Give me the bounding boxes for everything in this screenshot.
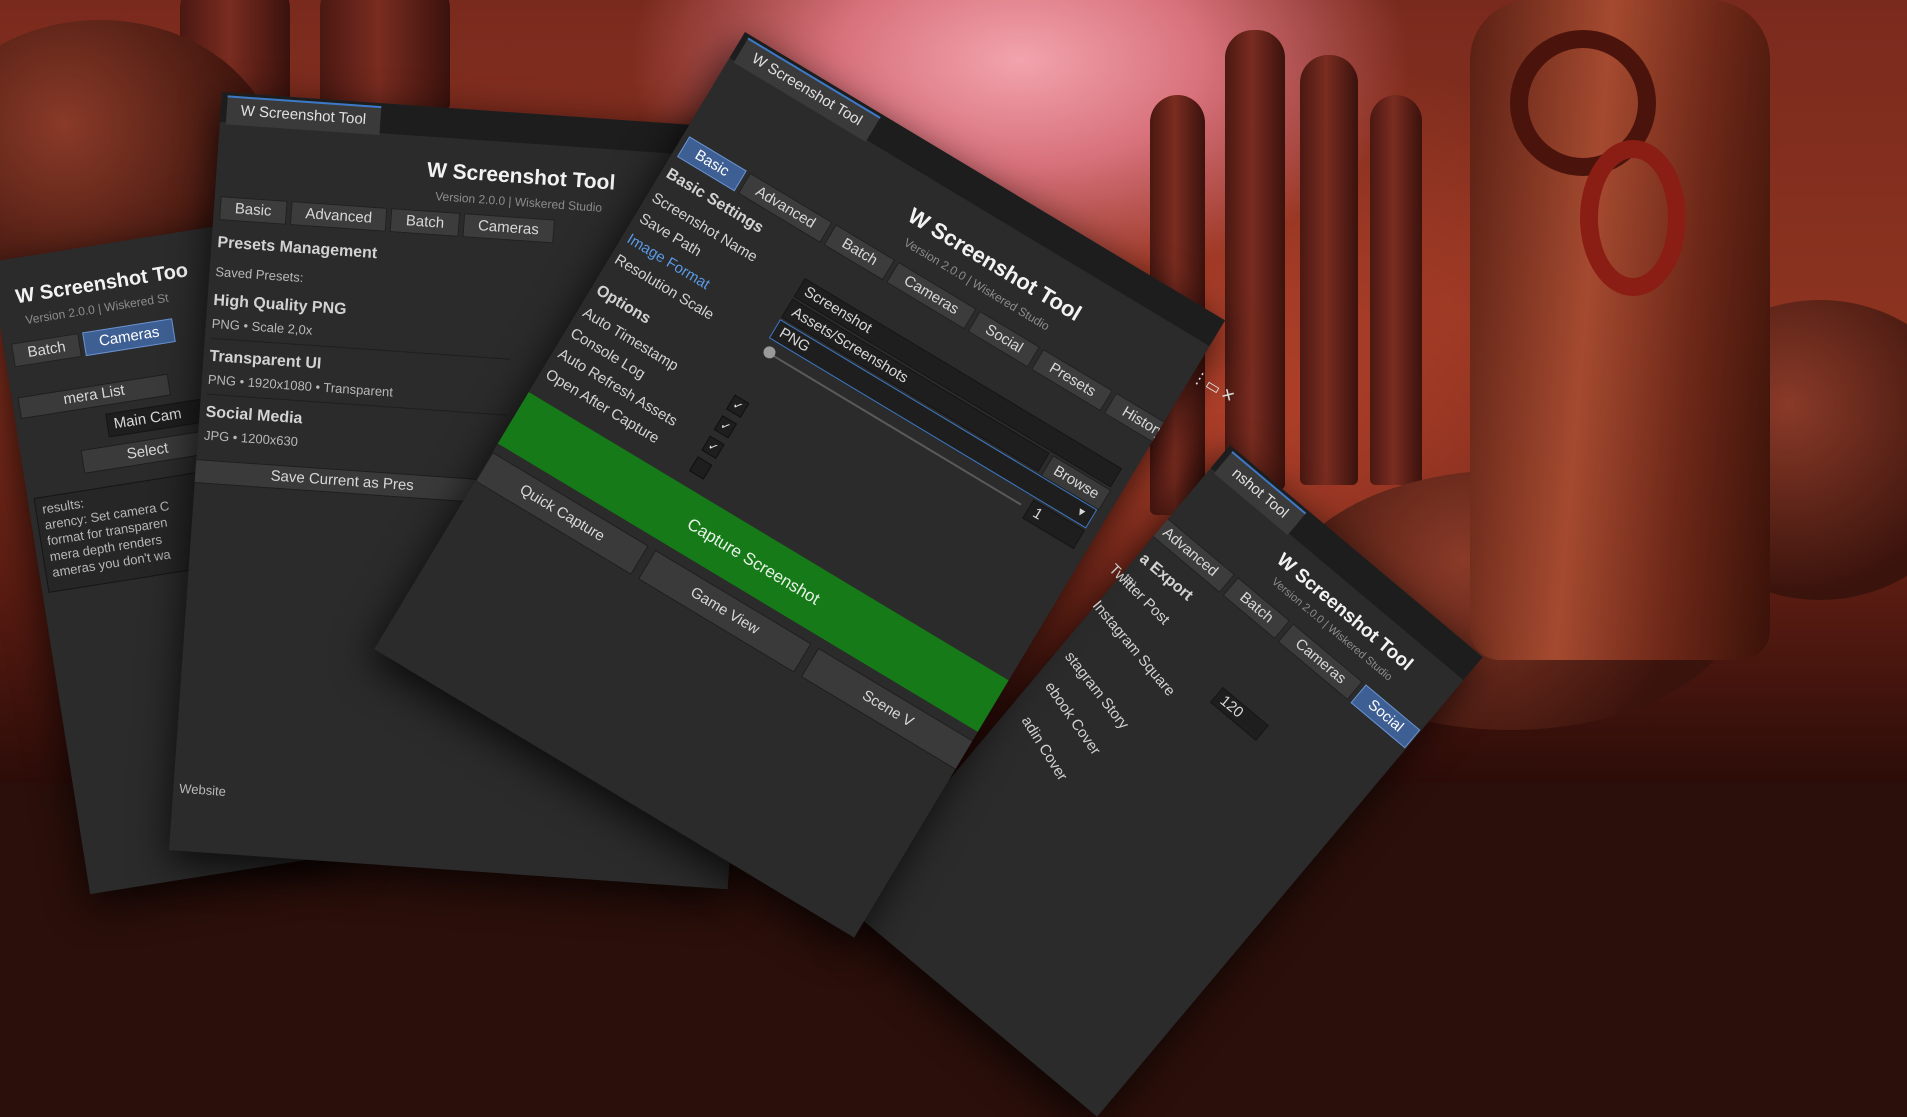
camera-list-label: mera List <box>62 381 126 409</box>
background-pillar <box>1370 95 1422 485</box>
dropdown-arrow-icon: ▼ <box>1073 504 1089 521</box>
preset-name[interactable]: Transparent UI <box>209 348 322 374</box>
tab-cameras[interactable]: Cameras <box>462 213 555 244</box>
console-log-checkbox[interactable]: ✓ <box>713 415 738 439</box>
resolution-value: 120 <box>1216 692 1247 722</box>
window-tab[interactable]: W Screenshot Tool <box>225 95 382 136</box>
saved-presets-label: Saved Presets: <box>214 263 304 286</box>
preset-name[interactable]: High Quality PNG <box>213 292 347 319</box>
preset-desc: JPG • 1200x630 <box>203 427 299 450</box>
statue-figure <box>1470 0 1770 660</box>
tab-cameras[interactable]: Cameras <box>82 318 177 357</box>
checkmark-icon: ✓ <box>717 417 734 435</box>
scene-view-label: Scene V <box>859 686 917 731</box>
resolution-scale-value: 1 <box>1029 504 1046 524</box>
tab-batch[interactable]: Batch <box>11 333 83 368</box>
save-preset-label: Save Current as Pres <box>270 467 415 495</box>
select-label: Select <box>125 439 170 463</box>
capture-screenshot-button[interactable]: Capture Screenshot <box>497 392 1009 732</box>
tab-cameras[interactable]: Cameras <box>1277 623 1363 701</box>
website-link[interactable]: Website <box>179 781 227 799</box>
open-after-capture-checkbox[interactable] <box>688 456 713 480</box>
statue-ornament <box>1580 140 1686 296</box>
checkmark-icon: ✓ <box>705 438 722 456</box>
auto-refresh-checkbox[interactable]: ✓ <box>701 435 725 460</box>
resolution-value-field[interactable]: 120 <box>1209 686 1269 741</box>
save-preset-button[interactable]: Save Current as Pres <box>190 458 494 504</box>
main-camera-value: Main Cam <box>112 405 183 433</box>
preset-name[interactable]: Social Media <box>205 404 303 429</box>
tab-presets[interactable]: Presets <box>1031 349 1114 412</box>
background-pillar <box>320 0 450 110</box>
background-pillar <box>1300 55 1358 485</box>
select-camera-button[interactable]: Select <box>80 429 215 474</box>
preset-desc: PNG • Scale 2,0x <box>211 315 313 338</box>
tab-advanced[interactable]: Advanced <box>289 201 388 232</box>
presets-management-heading: Presets Management <box>216 234 378 263</box>
tab-batch[interactable]: Batch <box>823 224 895 281</box>
tab-batch[interactable]: Batch <box>390 208 460 237</box>
auto-timestamp-checkbox[interactable]: ✓ <box>726 394 750 418</box>
tab-social[interactable]: Social <box>1350 684 1421 749</box>
checkmark-icon: ✓ <box>730 397 746 415</box>
tab-basic[interactable]: Basic <box>219 196 288 225</box>
